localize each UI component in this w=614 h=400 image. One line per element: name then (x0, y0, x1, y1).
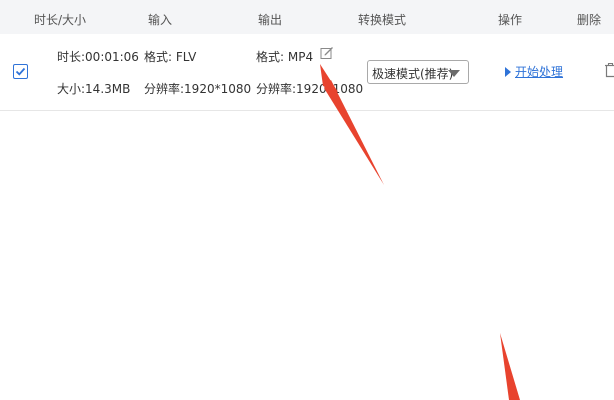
row-checkbox[interactable] (13, 64, 28, 79)
header-output: 输出 (258, 13, 283, 27)
output-resolution-text: 分辨率:1920*1080 (256, 82, 364, 96)
header-mode: 转换模式 (358, 13, 407, 27)
input-format-text: 格式: FLV (144, 50, 197, 64)
start-processing-button[interactable]: 开始处理 (505, 63, 563, 80)
table-header: 时长/大小 输入 输出 转换模式 操作 删除 (0, 0, 614, 35)
conversion-mode-select[interactable]: 极速模式(推荐) (367, 60, 469, 84)
conversion-mode-value: 极速模式(推荐) (372, 67, 454, 81)
size-text: 大小:14.3MB (57, 82, 131, 96)
header-input: 输入 (148, 13, 173, 27)
header-delete: 删除 (577, 13, 602, 27)
play-triangle-icon (505, 66, 511, 77)
duration-text: 时长:00:01:06 (57, 50, 139, 64)
header-duration-size: 时长/大小 (34, 13, 87, 27)
header-action: 操作 (498, 13, 523, 27)
chevron-down-icon (448, 70, 460, 77)
output-format-text: 格式: MP4 (256, 50, 314, 64)
start-processing-label: 开始处理 (515, 65, 564, 79)
trash-icon[interactable] (604, 62, 614, 78)
check-icon (15, 67, 26, 76)
edit-icon[interactable] (320, 46, 334, 60)
input-resolution-text: 分辨率:1920*1080 (144, 82, 252, 96)
